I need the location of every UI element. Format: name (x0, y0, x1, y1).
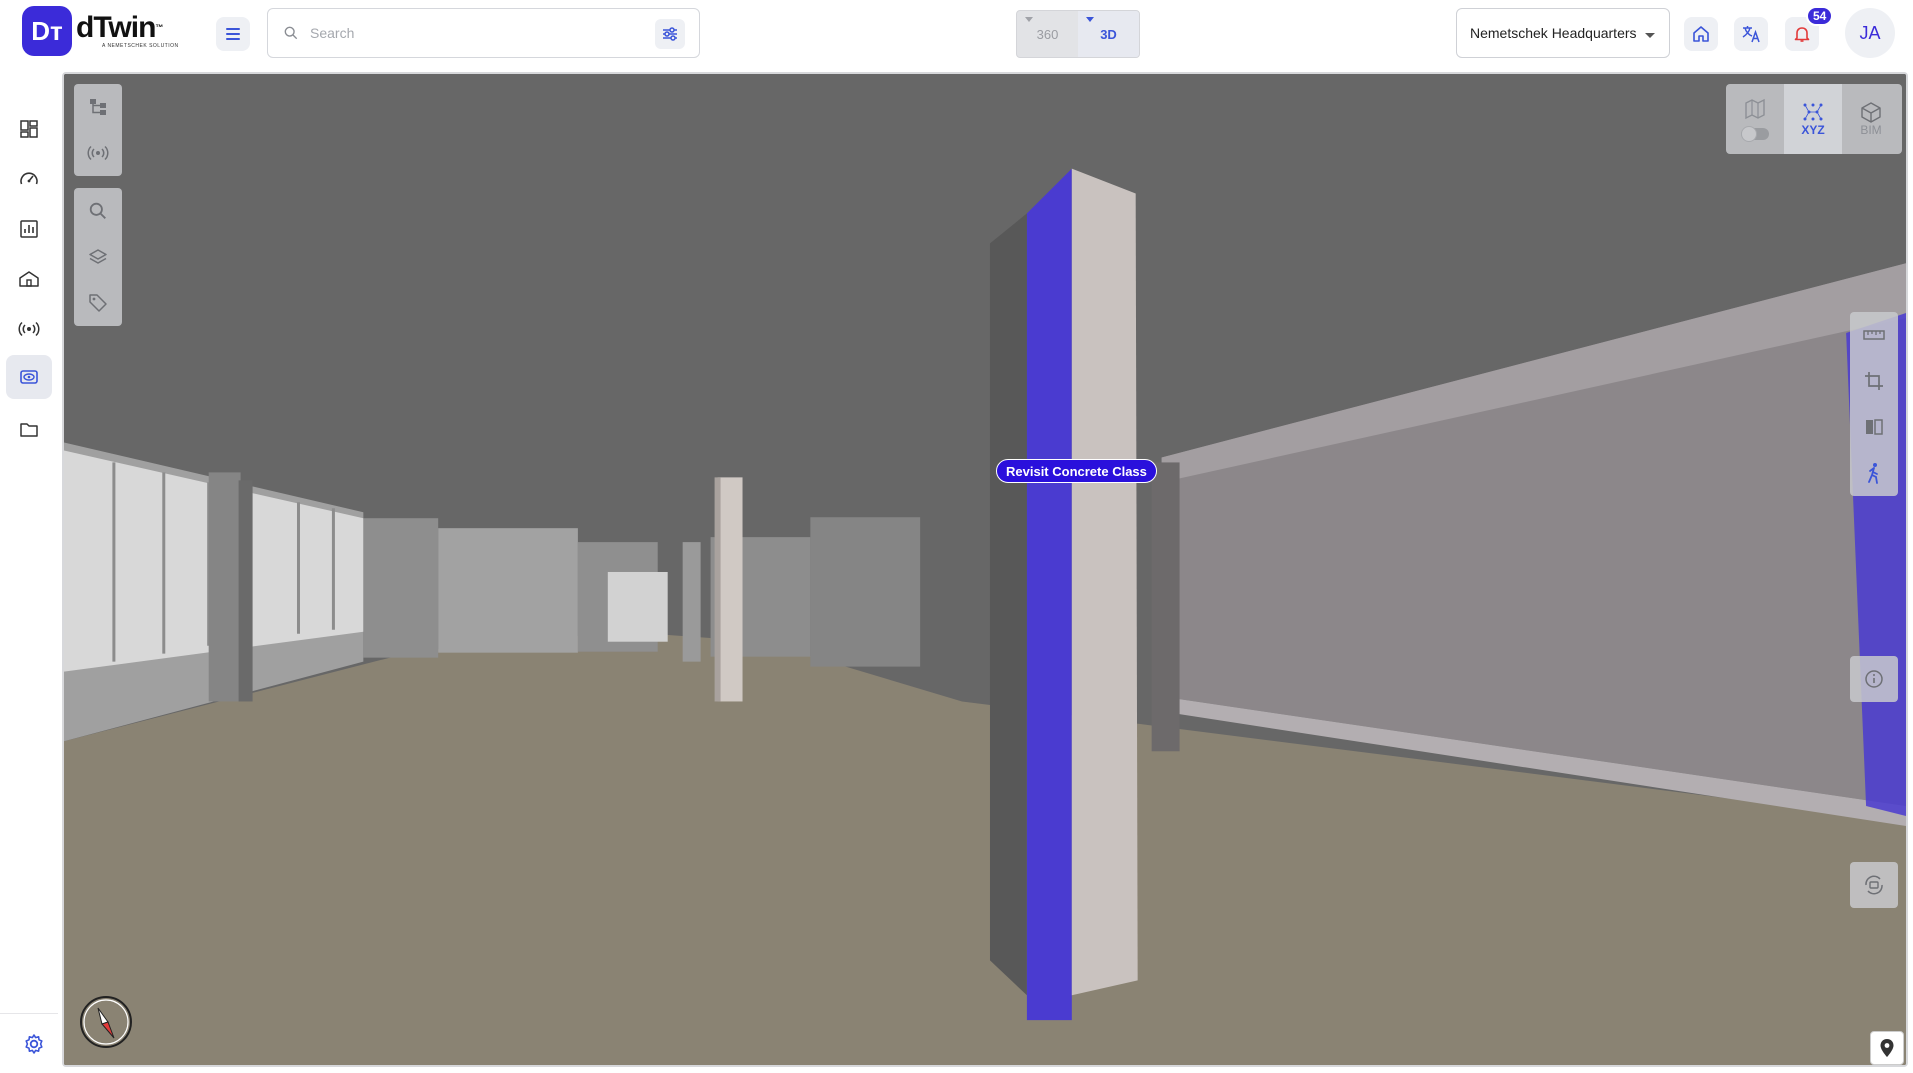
sidebar-divider (0, 1013, 58, 1014)
dashboard-icon (20, 120, 38, 138)
gear-icon (25, 1034, 43, 1054)
compare-button[interactable] (1850, 404, 1898, 450)
split-compare-icon (1866, 419, 1883, 435)
home-icon (1693, 26, 1709, 42)
sliders-icon (663, 27, 677, 41)
model-tree-button[interactable] (74, 84, 122, 130)
translate-icon (1742, 26, 1760, 43)
view-tools-group (74, 188, 122, 326)
speedometer-icon (20, 172, 38, 185)
mode-3d-label: 3D (1100, 26, 1117, 42)
folder-icon (20, 423, 38, 437)
search-icon (89, 202, 106, 219)
info-icon (1865, 670, 1883, 688)
home-button[interactable] (1684, 17, 1718, 51)
logo-subtitle: A NEMETSCHEK SOLUTION (102, 43, 179, 49)
search-icon (284, 26, 298, 40)
bim-cube-icon (1861, 102, 1881, 123)
walk-mode-button[interactable] (1850, 450, 1898, 496)
bell-icon (1794, 27, 1810, 42)
logo-text: dTwin (76, 11, 156, 44)
chevron-down-icon (1645, 33, 1655, 38)
building-icon (19, 271, 39, 287)
orbit-camera-icon (1865, 875, 1883, 895)
logo-mark: Dт (22, 6, 72, 56)
mode-360-button[interactable]: 360 (1017, 11, 1078, 57)
sidebar-item-buildings[interactable] (6, 257, 52, 301)
mode-3d-button[interactable]: 3D (1078, 11, 1139, 57)
language-button[interactable] (1734, 17, 1768, 51)
map-view-toggle[interactable] (1726, 84, 1784, 154)
measure-button[interactable] (1850, 312, 1898, 358)
site-select[interactable]: Nemetschek Headquarters (1456, 8, 1670, 58)
tags-button[interactable] (74, 280, 122, 326)
logo-tm: ™ (155, 23, 163, 32)
info-button[interactable] (1850, 656, 1898, 702)
ruler-icon (1863, 330, 1885, 340)
menu-button[interactable] (216, 17, 250, 51)
layers-icon (89, 249, 107, 264)
xyz-view-label: XYZ (1801, 123, 1825, 137)
xyz-points-icon (1803, 103, 1823, 121)
view-type-panel: XYZ BIM (1726, 84, 1902, 154)
sensors-button[interactable] (74, 130, 122, 176)
sidebar-item-performance[interactable] (6, 157, 52, 201)
bim-view-button[interactable]: BIM (1842, 84, 1900, 154)
broadcast-icon (87, 145, 109, 161)
tree-tools-group (74, 84, 122, 176)
hierarchy-icon (90, 99, 106, 115)
map-pin-icon (1880, 1039, 1894, 1057)
sidebar-item-files[interactable] (6, 407, 52, 451)
sidebar (0, 70, 58, 1073)
caret-down-icon (1025, 17, 1033, 22)
settings-button[interactable] (22, 1032, 46, 1056)
location-pin-button[interactable] (1870, 1031, 1904, 1065)
bar-chart-icon (20, 220, 38, 238)
walking-person-icon (1868, 463, 1878, 484)
annotation-tag[interactable]: Revisit Concrete Class (996, 459, 1157, 483)
camera-orbit-button[interactable] (1850, 862, 1898, 908)
bim-view-label: BIM (1860, 123, 1882, 137)
sidebar-item-reports[interactable] (6, 207, 52, 251)
mode-360-label: 360 (1036, 26, 1059, 42)
search-box (267, 8, 700, 58)
sidebar-item-sensors[interactable] (6, 307, 52, 351)
map-toggle-switch[interactable] (1741, 126, 1769, 142)
tag-icon (89, 294, 107, 312)
crop-icon (1865, 372, 1883, 390)
broadcast-icon (18, 321, 40, 337)
search-input[interactable] (310, 25, 630, 41)
notifications-count-badge: 54 (1806, 6, 1834, 26)
top-bar: Dт dTwin™ A NEMETSCHEK SOLUTION Search 3… (0, 0, 1913, 70)
viewer-search-button[interactable] (74, 188, 122, 234)
hamburger-icon (226, 28, 240, 40)
crop-button[interactable] (1850, 358, 1898, 404)
measure-tools-group (1850, 312, 1898, 496)
search-filter-button[interactable] (655, 19, 685, 49)
3d-view-icon (20, 370, 38, 384)
caret-down-icon (1086, 17, 1094, 22)
site-select-value: Nemetschek Headquarters (1470, 25, 1637, 41)
xyz-view-button[interactable]: XYZ (1784, 84, 1842, 154)
layers-button[interactable] (74, 234, 122, 280)
3d-scene (64, 74, 1906, 1065)
user-avatar[interactable]: JA (1845, 8, 1895, 58)
compass-icon[interactable] (78, 994, 134, 1050)
map-3d-icon (1745, 98, 1765, 120)
dtwin-logo[interactable]: Dт dTwin™ A NEMETSCHEK SOLUTION (22, 6, 179, 56)
3d-viewport[interactable]: XYZ BIM Revisit Concrete Class (62, 72, 1908, 1067)
sidebar-item-dashboard[interactable] (6, 107, 52, 151)
sidebar-item-viewer[interactable] (6, 355, 52, 399)
view-mode-toggle: 360 3D (1016, 10, 1140, 58)
